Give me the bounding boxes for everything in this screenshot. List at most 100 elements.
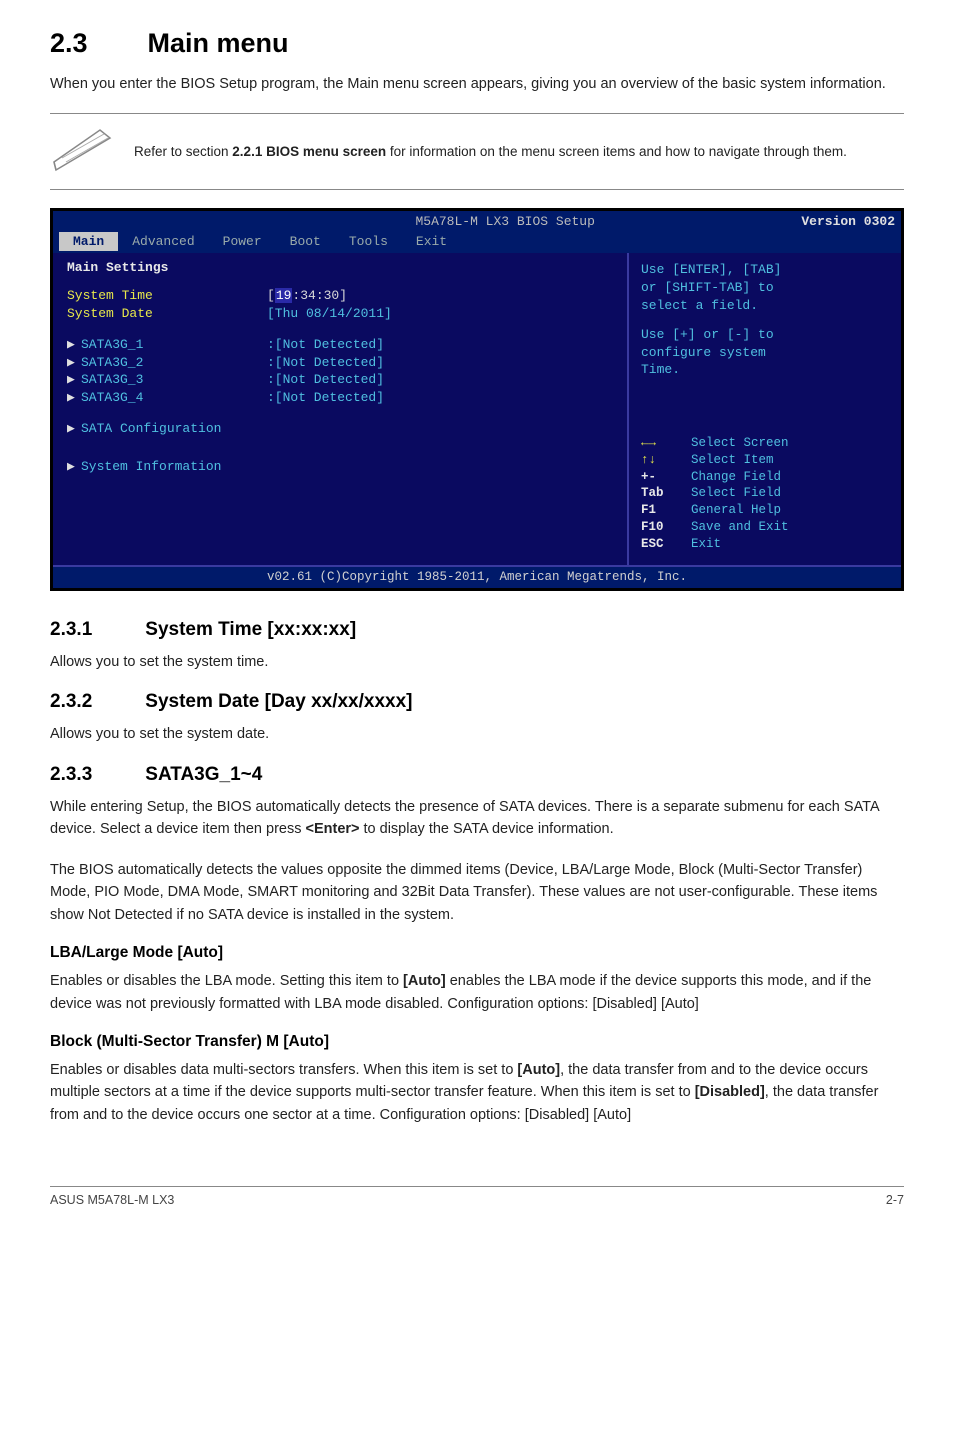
note-text-bold: 2.2.1 BIOS menu screen	[232, 144, 386, 159]
triangle-right-icon: ▶	[67, 389, 81, 407]
help-key: ESC	[641, 536, 691, 553]
bios-menu-advanced[interactable]: Advanced	[118, 232, 208, 252]
sub-body-232: Allows you to set the system date.	[50, 723, 904, 745]
subsection-heading-233: 2.3.3 SATA3G_1~4	[50, 764, 904, 786]
bios-menu-main[interactable]: Main	[59, 232, 118, 252]
bold-auto: [Auto]	[517, 1062, 560, 1078]
bios-sata-row[interactable]: ▶ SATA3G_1 :[Not Detected]	[67, 336, 613, 354]
bios-right-pane: Use [ENTER], [TAB] or [SHIFT-TAB] to sel…	[629, 253, 901, 564]
help-key: Tab	[641, 485, 691, 502]
bios-sata-row[interactable]: ▶ SATA3G_3 :[Not Detected]	[67, 371, 613, 389]
note-text-pre: Refer to section	[134, 144, 232, 159]
help-line: select a field.	[641, 297, 889, 315]
bios-sata-row[interactable]: ▶ SATA3G_2 :[Not Detected]	[67, 354, 613, 372]
sata-value: :[Not Detected]	[267, 371, 384, 389]
note-text: Refer to section 2.2.1 BIOS menu screen …	[134, 142, 847, 162]
arrow-left-right-icon: ←→	[641, 435, 691, 452]
help-key: +-	[641, 469, 691, 486]
sub-body-233-p2: The BIOS automatically detects the value…	[50, 859, 904, 926]
sub-body-231: Allows you to set the system time.	[50, 651, 904, 673]
bios-menu-exit[interactable]: Exit	[402, 232, 461, 252]
help-line: Use [ENTER], [TAB]	[641, 261, 889, 279]
bios-system-information[interactable]: ▶ System Information	[67, 458, 613, 476]
subsection-heading-232: 2.3.2 System Date [Day xx/xx/xxxx]	[50, 691, 904, 713]
help-key: F1	[641, 502, 691, 519]
bold-disabled: [Disabled]	[695, 1084, 765, 1100]
triangle-right-icon: ▶	[67, 354, 81, 372]
help-key-text: Select Screen	[691, 435, 789, 452]
bios-system-time-row[interactable]: System Time [19:34:30]	[67, 287, 613, 305]
page: 2.3 Main menu When you enter the BIOS Se…	[0, 0, 954, 1247]
bios-sata-configuration[interactable]: ▶ SATA Configuration	[67, 420, 613, 438]
bios-menu-tools[interactable]: Tools	[335, 232, 402, 252]
option-heading-lba: LBA/Large Mode [Auto]	[50, 944, 904, 962]
help-line: Time.	[641, 361, 889, 379]
section-title: Main menu	[148, 28, 289, 58]
help-key-text: General Help	[691, 502, 781, 519]
triangle-right-icon: ▶	[67, 336, 81, 354]
bios-left-heading: Main Settings	[67, 259, 613, 277]
help-key-text: Change Field	[691, 469, 781, 486]
sata-label: SATA3G_1	[81, 336, 267, 354]
triangle-right-icon: ▶	[67, 458, 81, 476]
sata-value: :[Not Detected]	[267, 389, 384, 407]
page-footer: ASUS M5A78L-M LX3 2-7	[50, 1186, 904, 1207]
bold-enter: <Enter>	[306, 821, 360, 837]
sub-body-233-p1: While entering Setup, the BIOS automatic…	[50, 796, 904, 841]
system-time-value[interactable]: [19:34:30]	[267, 287, 347, 305]
sata-label: SATA3G_3	[81, 371, 267, 389]
sub-title: System Date [Day xx/xx/xxxx]	[145, 691, 412, 712]
footer-right: 2-7	[886, 1193, 904, 1207]
bios-version: Version 0302	[801, 213, 895, 231]
help-line: configure system	[641, 344, 889, 362]
sata-value: :[Not Detected]	[267, 336, 384, 354]
system-information-label: System Information	[81, 458, 221, 476]
help-key-text: Select Item	[691, 452, 774, 469]
help-key-text: Save and Exit	[691, 519, 789, 536]
sub-num: 2.3.3	[50, 764, 140, 786]
sata-label: SATA3G_2	[81, 354, 267, 372]
bios-menubar: Main Advanced Power Boot Tools Exit	[53, 231, 901, 253]
help-line: Use [+] or [-] to	[641, 326, 889, 344]
section-number: 2.3	[50, 28, 140, 59]
note-callout: Refer to section 2.2.1 BIOS menu screen …	[50, 113, 904, 190]
help-key-text: Exit	[691, 536, 721, 553]
sub-num: 2.3.1	[50, 619, 140, 641]
triangle-right-icon: ▶	[67, 420, 81, 438]
sub-num: 2.3.2	[50, 691, 140, 713]
bios-body: Main Settings System Time [19:34:30] Sys…	[53, 253, 901, 564]
note-text-post: for information on the menu screen items…	[386, 144, 847, 159]
intro-paragraph: When you enter the BIOS Setup program, t…	[50, 73, 904, 95]
bios-window: M5A78L-M LX3 BIOS Setup Version 0302 Mai…	[50, 208, 904, 590]
subsection-heading-231: 2.3.1 System Time [xx:xx:xx]	[50, 619, 904, 641]
bios-titlebar: M5A78L-M LX3 BIOS Setup Version 0302	[53, 211, 901, 231]
system-time-label: System Time	[67, 287, 267, 305]
sub-title: SATA3G_1~4	[145, 764, 262, 785]
help-keys: ←→Select Screen ↑↓Select Item +-Change F…	[641, 435, 889, 553]
bios-system-date-row[interactable]: System Date [Thu 08/14/2011]	[67, 305, 613, 323]
pencil-icon	[50, 126, 112, 177]
option-body-lba: Enables or disables the LBA mode. Settin…	[50, 970, 904, 1015]
system-date-value[interactable]: [Thu 08/14/2011]	[267, 305, 392, 323]
bios-title: M5A78L-M LX3 BIOS Setup	[59, 213, 801, 231]
help-line: or [SHIFT-TAB] to	[641, 279, 889, 297]
bios-sata-row[interactable]: ▶ SATA3G_4 :[Not Detected]	[67, 389, 613, 407]
arrow-up-down-icon: ↑↓	[641, 452, 691, 469]
triangle-right-icon: ▶	[67, 371, 81, 389]
bold-auto: [Auto]	[403, 973, 446, 989]
option-heading-block: Block (Multi-Sector Transfer) M [Auto]	[50, 1033, 904, 1051]
sata-configuration-label: SATA Configuration	[81, 420, 221, 438]
help-key: F10	[641, 519, 691, 536]
bios-menu-power[interactable]: Power	[209, 232, 276, 252]
option-body-block: Enables or disables data multi-sectors t…	[50, 1059, 904, 1126]
help-key-text: Select Field	[691, 485, 781, 502]
sata-label: SATA3G_4	[81, 389, 267, 407]
system-date-label: System Date	[67, 305, 267, 323]
sub-title: System Time [xx:xx:xx]	[145, 619, 356, 640]
bios-left-pane: Main Settings System Time [19:34:30] Sys…	[53, 253, 629, 564]
sata-value: :[Not Detected]	[267, 354, 384, 372]
bios-footer: v02.61 (C)Copyright 1985-2011, American …	[53, 565, 901, 588]
bios-menu-boot[interactable]: Boot	[276, 232, 335, 252]
section-heading: 2.3 Main menu	[50, 28, 904, 59]
footer-left: ASUS M5A78L-M LX3	[50, 1193, 174, 1207]
